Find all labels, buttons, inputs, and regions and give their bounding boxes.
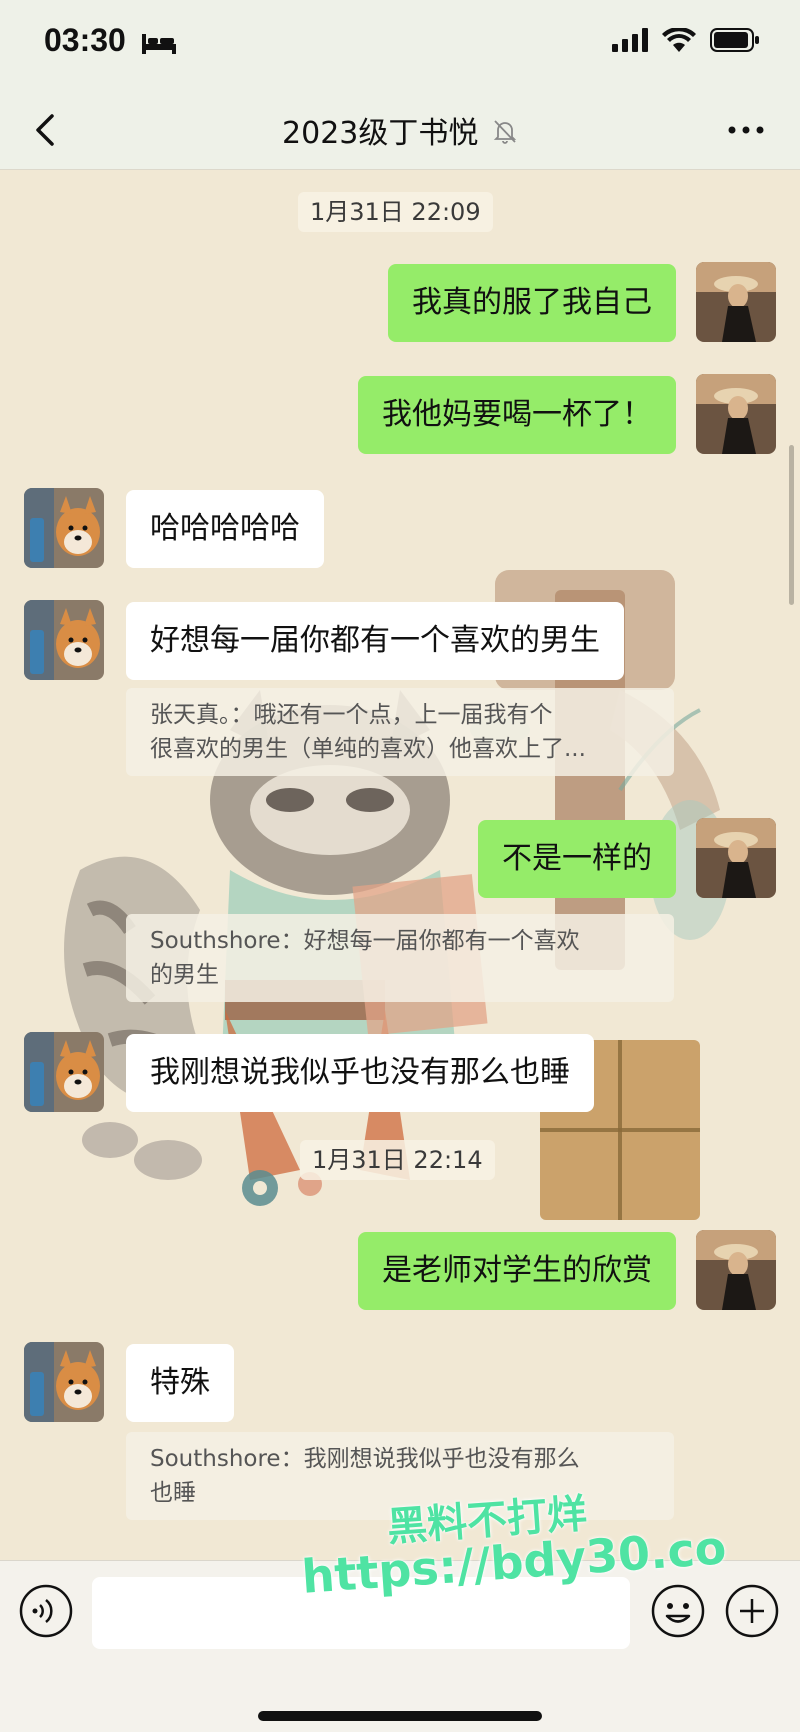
shiba-dog-avatar-image — [24, 600, 104, 680]
quoted-reply-line: 张天真。：哦还有一个点，上一届我有个 — [150, 702, 553, 728]
quoted-reply-line: 的男生 — [150, 962, 219, 988]
voice-icon — [19, 1584, 73, 1638]
quoted-reply-line: Southshore：好想每一届你都有一个喜欢 — [150, 928, 580, 954]
chat-title-text: 2023级丁书悦 — [282, 116, 479, 151]
shiba-dog-avatar-image — [24, 488, 104, 568]
plus-icon — [725, 1584, 779, 1638]
cellular-signal-icon — [612, 28, 648, 56]
avatar-image — [696, 374, 776, 454]
shiba-dog-avatar-image — [24, 1342, 104, 1422]
contact-avatar[interactable] — [24, 1342, 104, 1422]
avatar-image — [696, 262, 776, 342]
quoted-reply-line: 很喜欢的男生（单纯的喜欢）他喜欢上了... — [150, 736, 586, 762]
scrollbar[interactable] — [789, 445, 794, 605]
my-avatar[interactable] — [696, 262, 776, 342]
contact-avatar[interactable] — [24, 488, 104, 568]
message-bubble-sent[interactable]: 不是一样的 — [478, 820, 676, 898]
timestamp: 1月31日 22:09 — [298, 192, 493, 232]
message-bubble-received[interactable]: 哈哈哈哈哈 — [126, 490, 324, 568]
my-avatar[interactable] — [696, 818, 776, 898]
message-list[interactable]: 1月31日 22:09 我真的服了我自己 我他妈要喝一杯了！ 哈哈哈哈哈 好想每… — [0, 170, 800, 1560]
avatar-image — [696, 1230, 776, 1310]
battery-icon — [710, 28, 760, 56]
chat-title: 2023级丁书悦 — [0, 108, 800, 152]
more-actions-button[interactable] — [724, 1583, 780, 1639]
message-bubble-sent[interactable]: 我真的服了我自己 — [388, 264, 676, 342]
emoji-button[interactable] — [650, 1583, 706, 1639]
more-options-button[interactable] — [726, 120, 766, 140]
quoted-reply[interactable]: 张天真。：哦还有一个点，上一届我有个 很喜欢的男生（单纯的喜欢）他喜欢上了... — [126, 688, 674, 776]
timestamp: 1月31日 22:14 — [300, 1140, 495, 1180]
emoji-icon — [651, 1584, 705, 1638]
status-time: 03:30 — [44, 22, 126, 58]
wifi-icon — [662, 26, 696, 56]
my-avatar[interactable] — [696, 1230, 776, 1310]
contact-avatar[interactable] — [24, 600, 104, 680]
message-bubble-received[interactable]: 好想每一届你都有一个喜欢的男生 — [126, 602, 624, 680]
status-bar: 03:30 — [0, 0, 800, 90]
shiba-dog-avatar-image — [24, 1032, 104, 1112]
message-bubble-received[interactable]: 特殊 — [126, 1344, 234, 1422]
avatar-image — [696, 818, 776, 898]
contact-avatar[interactable] — [24, 1032, 104, 1112]
message-bubble-received[interactable]: 我刚想说我似乎也没有那么也睡 — [126, 1034, 594, 1112]
quoted-reply[interactable]: Southshore：好想每一届你都有一个喜欢 的男生 — [126, 914, 674, 1002]
chat-header: 2023级丁书悦 — [0, 90, 800, 170]
my-avatar[interactable] — [696, 374, 776, 454]
voice-input-button[interactable] — [18, 1583, 74, 1639]
quoted-reply-line: Southshore：我刚想说我似乎也没有那么 — [150, 1446, 580, 1472]
home-indicator[interactable] — [258, 1711, 542, 1721]
more-dots-icon — [728, 126, 764, 134]
mute-bell-icon — [492, 117, 518, 152]
message-bubble-sent[interactable]: 是老师对学生的欣赏 — [358, 1232, 676, 1310]
message-bubble-sent[interactable]: 我他妈要喝一杯了！ — [358, 376, 676, 454]
sleep-mode-icon — [142, 32, 176, 58]
